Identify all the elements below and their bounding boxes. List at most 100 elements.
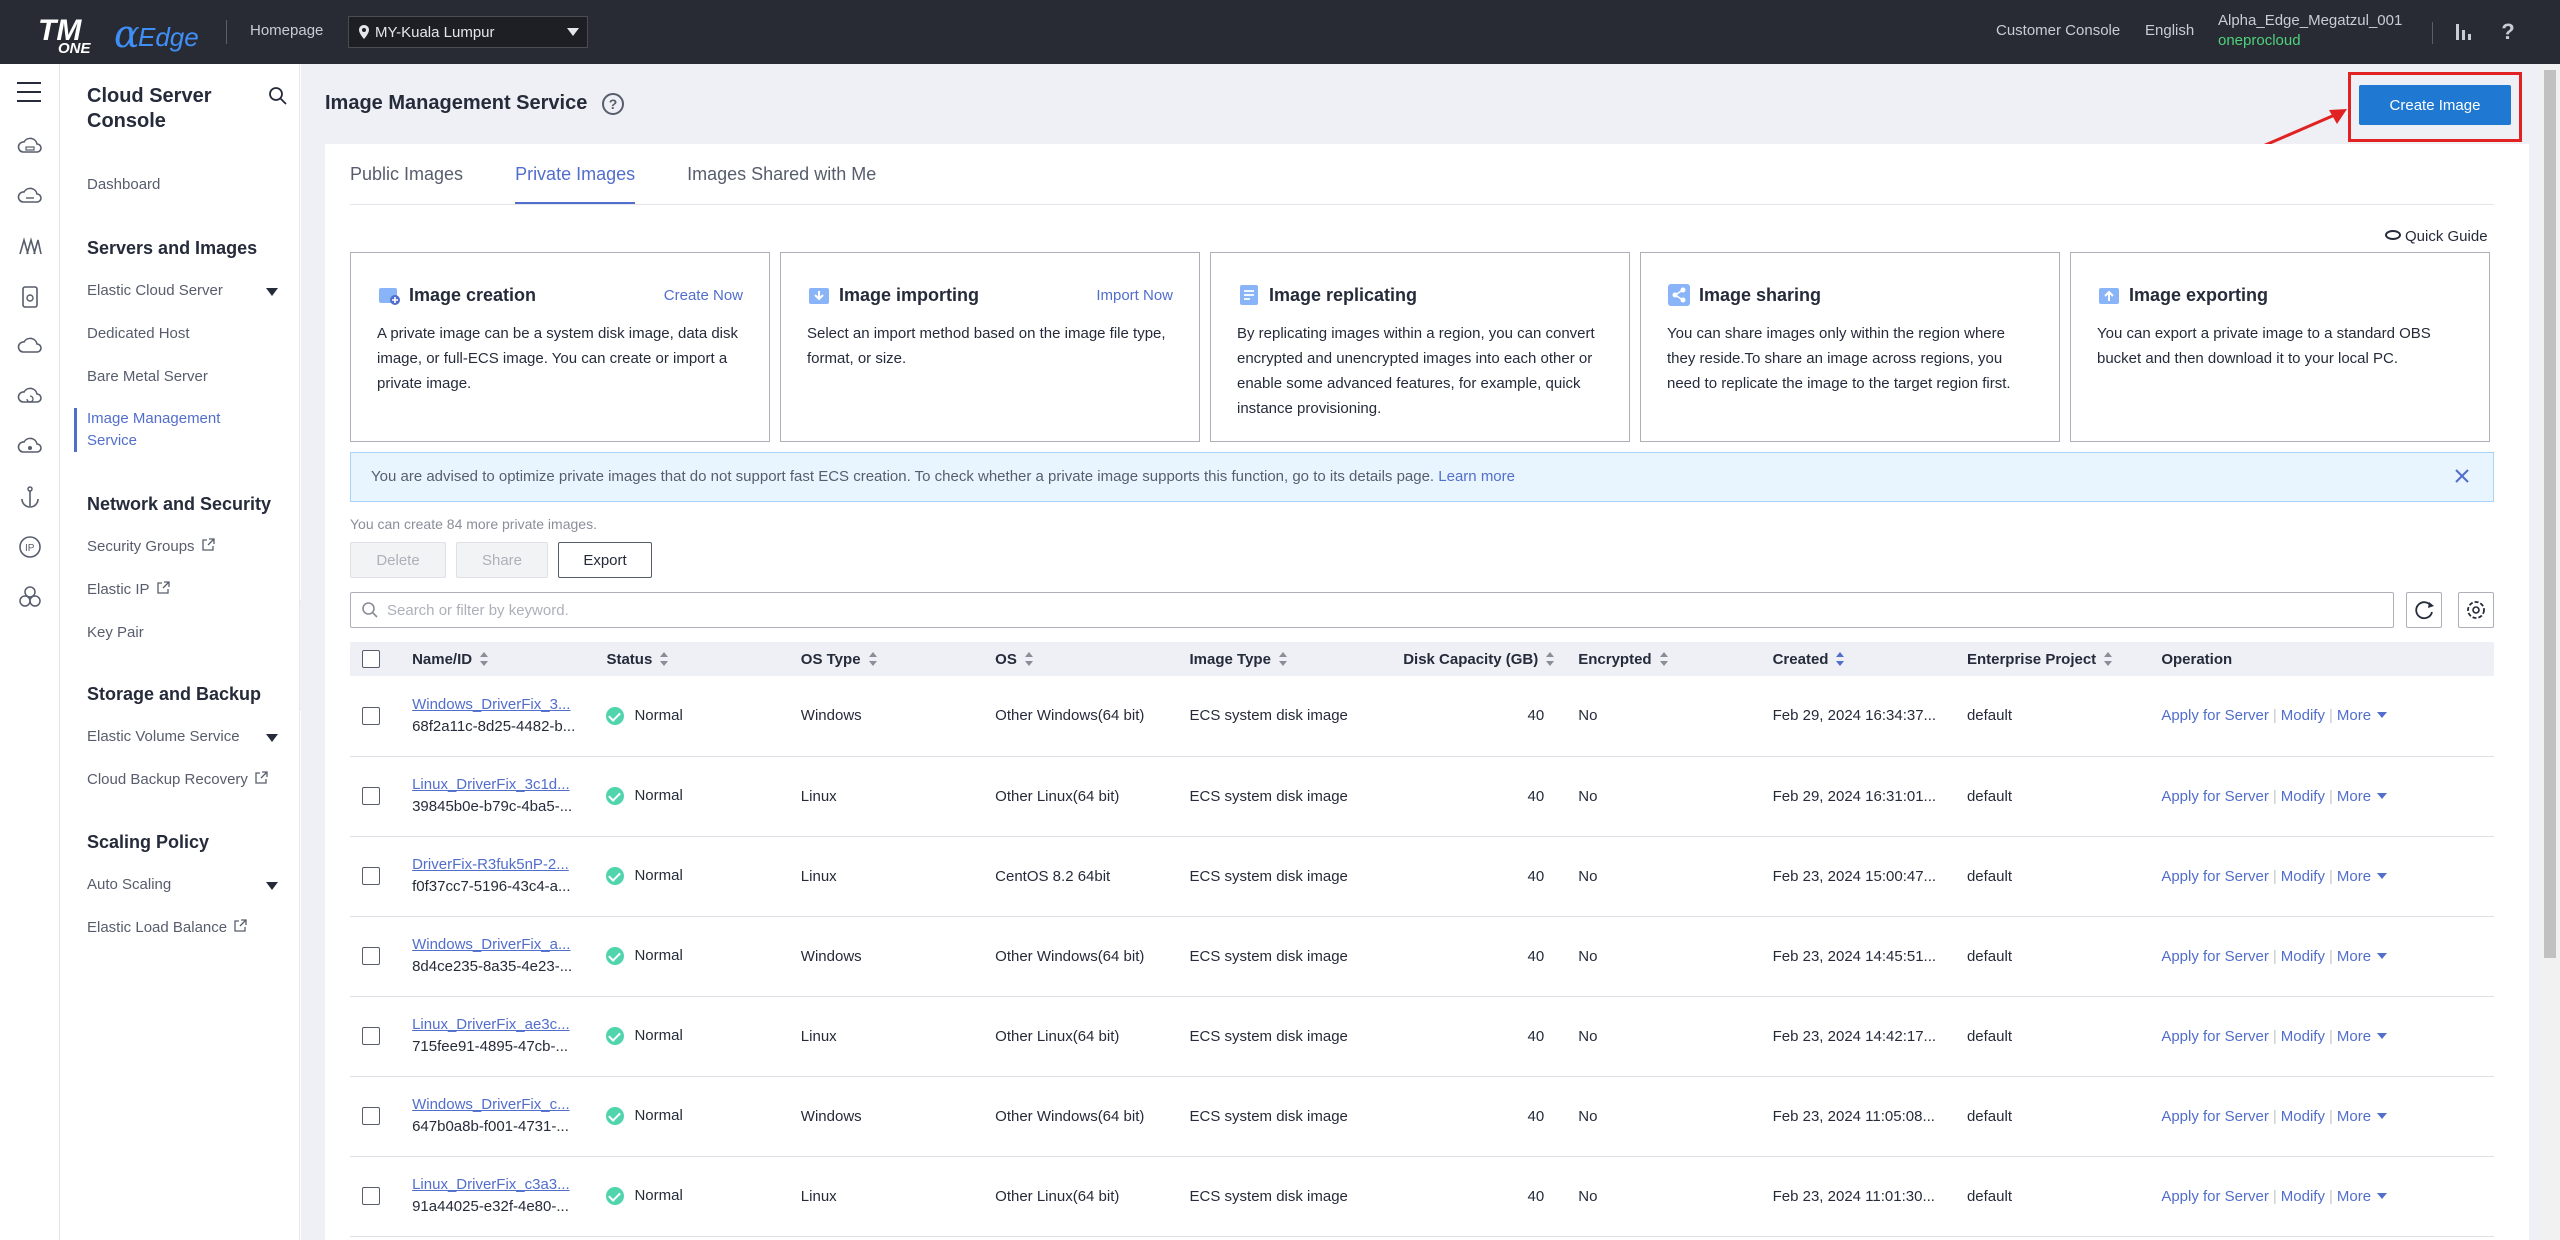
row-checkbox[interactable] bbox=[362, 787, 380, 806]
col-os[interactable]: OS bbox=[983, 642, 1178, 676]
sidebar-item-key-pair[interactable]: Key Pair bbox=[87, 622, 144, 644]
modify-link[interactable]: Modify bbox=[2281, 1028, 2325, 1045]
menu-icon[interactable] bbox=[17, 82, 41, 102]
image-name-link[interactable]: Windows_DriverFix_c... bbox=[412, 1094, 594, 1116]
bare-metal-icon[interactable] bbox=[17, 234, 43, 260]
row-checkbox[interactable] bbox=[362, 1027, 380, 1046]
sidebar-item-security-groups[interactable]: Security Groups bbox=[87, 536, 215, 558]
language-switch[interactable]: English bbox=[2145, 22, 2194, 39]
backup-icon[interactable] bbox=[17, 384, 43, 410]
image-name-link[interactable]: Windows_DriverFix_a... bbox=[412, 934, 594, 956]
sidebar-item-bare-metal[interactable]: Bare Metal Server bbox=[87, 366, 208, 388]
image-name-link[interactable]: Linux_DriverFix_c3a3... bbox=[412, 1174, 594, 1196]
modify-link[interactable]: Modify bbox=[2281, 948, 2325, 965]
help-circle-icon[interactable]: ? bbox=[602, 93, 624, 115]
apply-for-server-link[interactable]: Apply for Server bbox=[2161, 1028, 2269, 1045]
sort-icon[interactable] bbox=[1278, 651, 1287, 666]
region-select[interactable]: MY-Kuala Lumpur bbox=[348, 16, 588, 48]
user-menu[interactable]: Alpha_Edge_Megatzul_001 oneprocloud bbox=[2218, 12, 2402, 49]
sidebar-item-elastic-ip[interactable]: Elastic IP bbox=[87, 579, 170, 601]
scrollbar-thumb[interactable] bbox=[2544, 70, 2556, 958]
apply-for-server-link[interactable]: Apply for Server bbox=[2161, 1188, 2269, 1205]
modify-link[interactable]: Modify bbox=[2281, 788, 2325, 805]
sidebar-item-dashboard[interactable]: Dashboard bbox=[87, 174, 160, 196]
tab-shared-images[interactable]: Images Shared with Me bbox=[687, 164, 876, 204]
cloud-network-icon[interactable] bbox=[17, 434, 43, 460]
col-os-type[interactable]: OS Type bbox=[788, 642, 984, 676]
sort-icon[interactable] bbox=[2104, 651, 2113, 666]
more-menu[interactable]: More bbox=[2337, 868, 2388, 885]
chevron-down-icon[interactable] bbox=[266, 882, 278, 890]
image-name-link[interactable]: Linux_DriverFix_ae3c... bbox=[412, 1014, 594, 1036]
col-status[interactable]: Status bbox=[594, 642, 789, 676]
col-disk-capacity[interactable]: Disk Capacity (GB) bbox=[1371, 642, 1567, 676]
chevron-down-icon[interactable] bbox=[266, 288, 278, 296]
settings-button[interactable] bbox=[2458, 592, 2494, 628]
sort-icon[interactable] bbox=[1546, 651, 1555, 666]
delete-button[interactable]: Delete bbox=[350, 542, 446, 578]
col-encrypted[interactable]: Encrypted bbox=[1566, 642, 1761, 676]
modify-link[interactable]: Modify bbox=[2281, 1108, 2325, 1125]
more-menu[interactable]: More bbox=[2337, 788, 2388, 805]
search-input[interactable] bbox=[387, 601, 2287, 619]
tab-public-images[interactable]: Public Images bbox=[350, 164, 463, 204]
modify-link[interactable]: Modify bbox=[2281, 868, 2325, 885]
row-checkbox[interactable] bbox=[362, 867, 380, 886]
ip-icon[interactable]: IP bbox=[17, 534, 43, 560]
sidebar-item-cbr[interactable]: Cloud Backup Recovery bbox=[87, 769, 268, 791]
more-menu[interactable]: More bbox=[2337, 1108, 2388, 1125]
sidebar-item-dedicated-host[interactable]: Dedicated Host bbox=[87, 323, 190, 345]
sort-icon[interactable] bbox=[480, 651, 489, 666]
sort-icon[interactable] bbox=[1659, 651, 1668, 666]
more-menu[interactable]: More bbox=[2337, 1188, 2388, 1205]
sort-icon[interactable] bbox=[868, 651, 877, 666]
disk-icon[interactable] bbox=[17, 284, 43, 310]
search-icon[interactable] bbox=[268, 86, 288, 106]
apply-for-server-link[interactable]: Apply for Server bbox=[2161, 1108, 2269, 1125]
brand-logo[interactable]: TM ONE α Edge bbox=[38, 10, 218, 57]
more-menu[interactable]: More bbox=[2337, 707, 2388, 724]
col-created[interactable]: Created bbox=[1760, 642, 1955, 676]
row-checkbox[interactable] bbox=[362, 947, 380, 966]
share-button[interactable]: Share bbox=[456, 542, 548, 578]
apply-for-server-link[interactable]: Apply for Server bbox=[2161, 707, 2269, 724]
sort-icon[interactable] bbox=[1836, 651, 1845, 666]
cluster-icon[interactable] bbox=[17, 584, 43, 610]
customer-console-link[interactable]: Customer Console bbox=[1996, 22, 2120, 39]
sidebar-item-elb[interactable]: Elastic Load Balance bbox=[87, 917, 247, 939]
image-name-link[interactable]: Linux_DriverFix_3c1d... bbox=[412, 774, 594, 796]
apply-for-server-link[interactable]: Apply for Server bbox=[2161, 788, 2269, 805]
more-menu[interactable]: More bbox=[2337, 1028, 2388, 1045]
row-checkbox[interactable] bbox=[362, 706, 380, 725]
export-button[interactable]: Export bbox=[558, 542, 652, 578]
select-all-checkbox[interactable] bbox=[362, 650, 380, 669]
create-now-link[interactable]: Create Now bbox=[664, 287, 743, 304]
sort-icon[interactable] bbox=[1024, 651, 1033, 666]
search-bar[interactable] bbox=[350, 592, 2394, 628]
close-icon[interactable] bbox=[2453, 467, 2471, 485]
modify-link[interactable]: Modify bbox=[2281, 707, 2325, 724]
col-name[interactable]: Name/ID bbox=[400, 642, 595, 676]
tab-private-images[interactable]: Private Images bbox=[515, 164, 636, 204]
homepage-link[interactable]: Homepage bbox=[250, 22, 323, 39]
col-enterprise-project[interactable]: Enterprise Project bbox=[1954, 642, 2150, 676]
apply-for-server-link[interactable]: Apply for Server bbox=[2161, 868, 2269, 885]
import-now-link[interactable]: Import Now bbox=[1096, 287, 1173, 304]
page-scrollbar[interactable] bbox=[2540, 64, 2560, 1240]
row-checkbox[interactable] bbox=[362, 1187, 380, 1206]
modify-link[interactable]: Modify bbox=[2281, 1188, 2325, 1205]
more-menu[interactable]: More bbox=[2337, 948, 2388, 965]
sidebar-item-auto-scaling[interactable]: Auto Scaling bbox=[87, 874, 171, 896]
row-checkbox[interactable] bbox=[362, 1107, 380, 1126]
cloud-icon[interactable] bbox=[17, 184, 43, 210]
help-icon[interactable]: ? bbox=[2496, 20, 2520, 44]
col-image-type[interactable]: Image Type bbox=[1177, 642, 1372, 676]
quick-guide-link[interactable]: Quick Guide bbox=[2385, 228, 2488, 245]
image-name-link[interactable]: Windows_DriverFix_3... bbox=[412, 694, 594, 716]
anchor-icon[interactable] bbox=[17, 484, 43, 510]
sort-icon[interactable] bbox=[660, 651, 669, 666]
sidebar-item-evs[interactable]: Elastic Volume Service bbox=[87, 726, 240, 748]
chevron-down-icon[interactable] bbox=[266, 734, 278, 742]
learn-more-link[interactable]: Learn more bbox=[1438, 468, 1515, 485]
sidebar-item-ecs[interactable]: Elastic Cloud Server bbox=[87, 280, 223, 302]
